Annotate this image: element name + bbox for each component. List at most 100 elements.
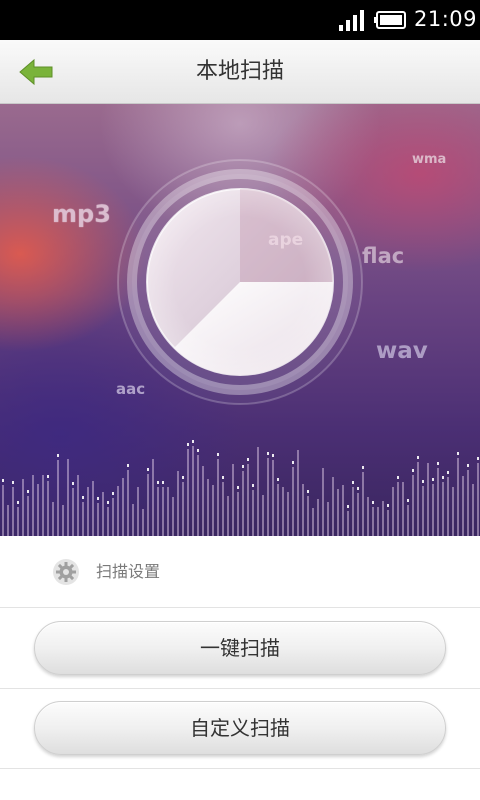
equalizer-bar xyxy=(102,492,104,536)
equalizer-bar xyxy=(337,489,339,536)
equalizer-bar xyxy=(427,463,429,536)
equalizer-bar xyxy=(462,476,464,536)
equalizer-bar xyxy=(17,507,19,536)
equalizer-bar xyxy=(162,487,164,536)
equalizer-bar xyxy=(167,487,169,536)
equalizer-bar xyxy=(392,487,394,536)
equalizer-bar xyxy=(142,509,144,536)
equalizer-bar xyxy=(242,471,244,536)
equalizer-peak xyxy=(107,501,109,504)
battery-icon xyxy=(374,11,406,29)
status-bar: 21:09 xyxy=(0,0,480,40)
equalizer-peak xyxy=(397,476,399,479)
equalizer-bar xyxy=(197,455,199,536)
equalizer-bar xyxy=(292,467,294,536)
equalizer-bar xyxy=(2,485,4,536)
gear-icon xyxy=(53,559,79,585)
equalizer-peak xyxy=(237,486,239,489)
equalizer-peak xyxy=(387,504,389,507)
equalizer-bar xyxy=(472,484,474,536)
equalizer-bar xyxy=(367,497,369,536)
equalizer-peak xyxy=(267,452,269,455)
equalizer-bar xyxy=(232,464,234,536)
one-key-scan-button[interactable]: 一键扫描 xyxy=(34,621,446,675)
equalizer-bar xyxy=(202,466,204,536)
equalizer-bar xyxy=(192,446,194,536)
equalizer-peak xyxy=(182,476,184,479)
equalizer-bar xyxy=(477,463,479,536)
equalizer-peak xyxy=(247,458,249,461)
equalizer-bar xyxy=(412,475,414,536)
equalizer-bar xyxy=(87,487,89,536)
custom-scan-button[interactable]: 自定义扫描 xyxy=(34,701,446,755)
equalizer-peak xyxy=(157,481,159,484)
equalizer-bar xyxy=(267,458,269,536)
equalizer-peak xyxy=(272,454,274,457)
equalizer-bar xyxy=(277,484,279,536)
equalizer-peak xyxy=(217,453,219,456)
equalizer-peak xyxy=(112,492,114,495)
equalizer-peak xyxy=(407,499,409,502)
scan-visual-panel: mp3 ape flac wma wav aac xyxy=(0,104,480,536)
equalizer-peak xyxy=(97,497,99,500)
equalizer-bar xyxy=(27,496,29,536)
title-bar: 本地扫描 xyxy=(0,40,480,104)
equalizer-bar xyxy=(382,501,384,536)
equalizer-peak xyxy=(147,468,149,471)
equalizer-peak xyxy=(72,482,74,485)
equalizer-peak xyxy=(417,456,419,459)
equalizer-peak xyxy=(442,476,444,479)
equalizer-bar xyxy=(297,450,299,536)
equalizer-bar xyxy=(372,507,374,536)
equalizer-bar xyxy=(222,482,224,536)
equalizer-bar xyxy=(307,496,309,536)
equalizer-peak xyxy=(197,449,199,452)
page-title: 本地扫描 xyxy=(195,59,284,84)
equalizer-bar xyxy=(182,482,184,536)
format-label-aac: aac xyxy=(116,380,146,398)
equalizer-peak xyxy=(162,481,164,484)
equalizer-bar xyxy=(77,475,79,536)
equalizer-bar xyxy=(432,484,434,536)
equalizer-bar xyxy=(207,479,209,536)
custom-scan-row: 自定义扫描 xyxy=(0,689,480,769)
equalizer-peak xyxy=(432,478,434,481)
equalizer-bar xyxy=(317,499,319,536)
equalizer-bar xyxy=(82,502,84,536)
equalizer-bar xyxy=(92,481,94,536)
equalizer-bar xyxy=(262,495,264,536)
equalizer-bar xyxy=(67,459,69,536)
equalizer-bar xyxy=(122,478,124,536)
back-arrow-icon[interactable] xyxy=(14,54,58,90)
equalizer-peak xyxy=(12,481,14,484)
scan-settings-label: 扫描设置 xyxy=(96,562,161,581)
signal-bars-icon xyxy=(339,10,364,31)
equalizer-bar xyxy=(47,481,49,536)
equalizer-peak xyxy=(2,479,4,482)
equalizer-peak xyxy=(357,487,359,490)
scan-settings-row[interactable]: 扫描设置 xyxy=(0,536,480,608)
equalizer-peak xyxy=(277,478,279,481)
equalizer-bar xyxy=(62,505,64,536)
equalizer-peak xyxy=(352,481,354,484)
equalizer-bar xyxy=(117,486,119,536)
format-label-wma: wma xyxy=(412,152,447,167)
equalizer-bar xyxy=(357,493,359,536)
equalizer-bar xyxy=(322,468,324,536)
one-key-scan-row: 一键扫描 xyxy=(0,609,480,689)
equalizer-bar xyxy=(422,486,424,536)
equalizer-bar xyxy=(377,507,379,536)
equalizer-peak xyxy=(292,461,294,464)
equalizer-peak xyxy=(27,490,29,493)
equalizer-peak xyxy=(372,501,374,504)
equalizer-peak xyxy=(127,464,129,467)
equalizer-bar xyxy=(442,482,444,536)
equalizer-bar xyxy=(227,496,229,536)
equalizer-bar xyxy=(217,459,219,536)
equalizer-bar xyxy=(42,475,44,536)
equalizer-bar xyxy=(467,470,469,536)
equalizer-bar xyxy=(32,475,34,536)
equalizer-bar xyxy=(137,487,139,536)
equalizer-peak xyxy=(82,496,84,499)
equalizer-peak xyxy=(437,462,439,465)
